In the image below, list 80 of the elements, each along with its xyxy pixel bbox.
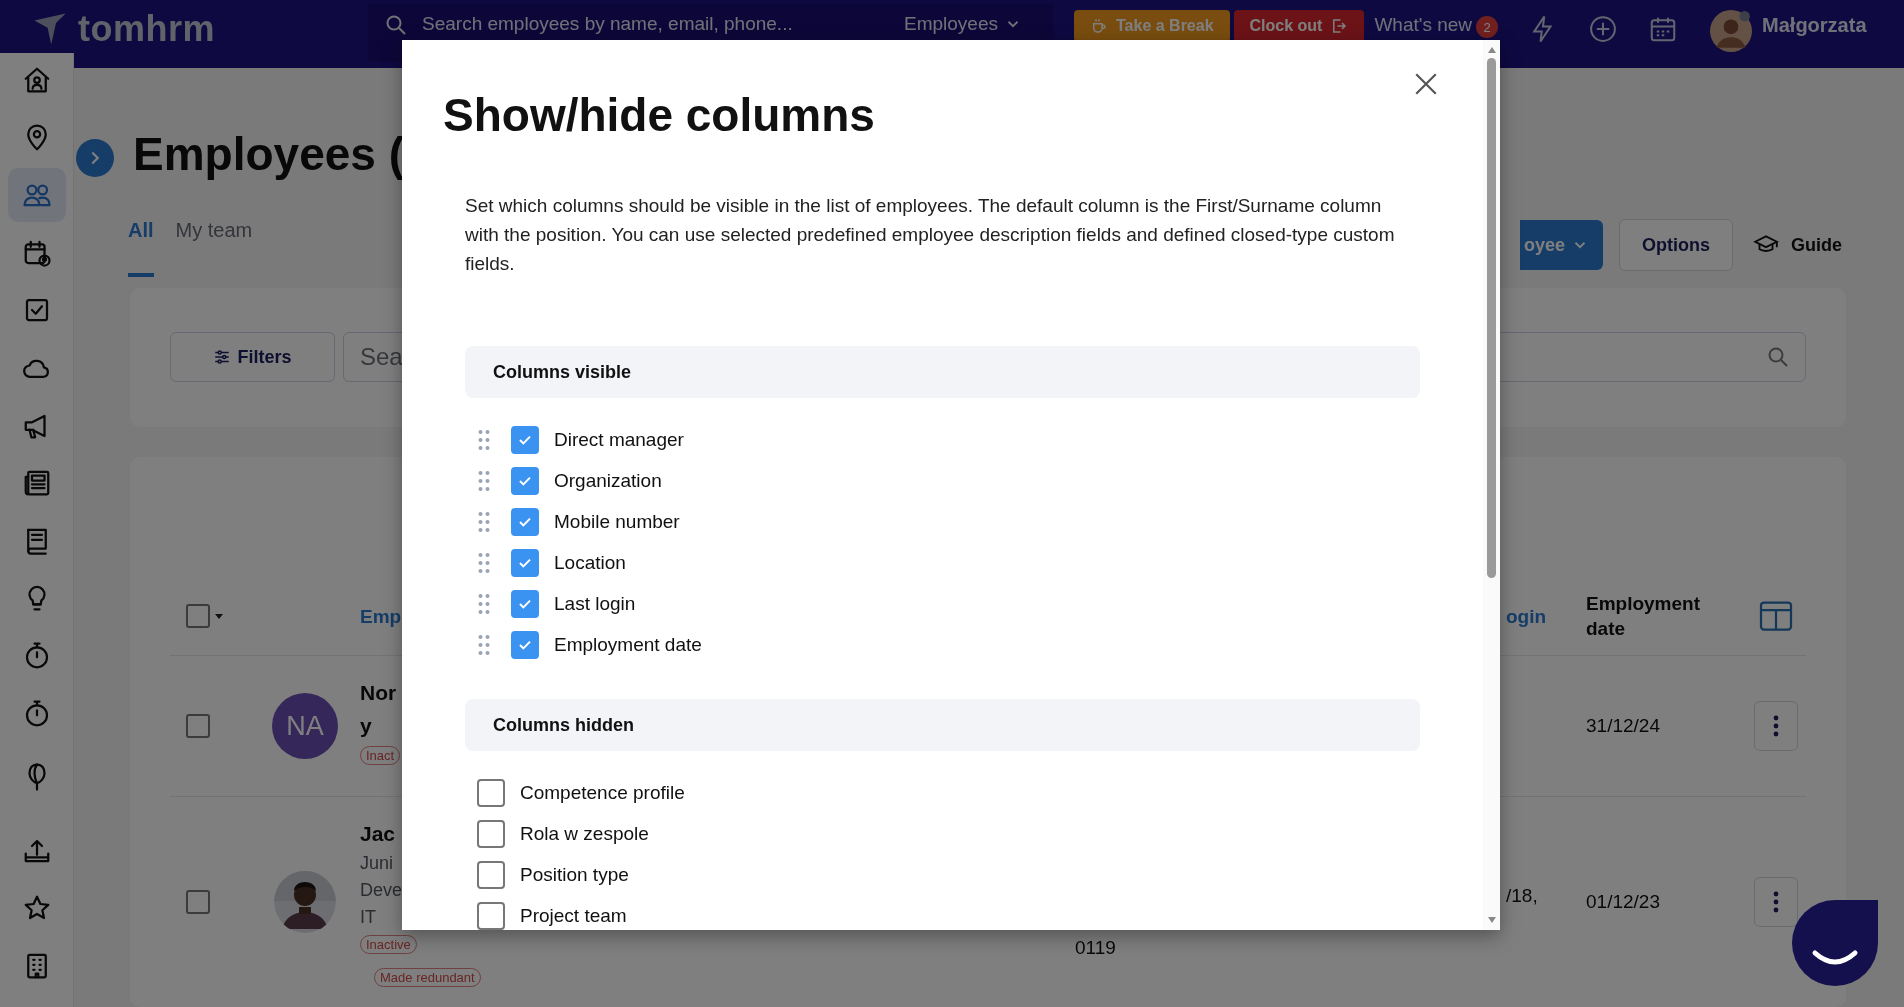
section-header: Columns hidden xyxy=(465,699,1420,751)
row-menu-button[interactable] xyxy=(1754,877,1798,927)
drag-handle-icon[interactable] xyxy=(478,592,490,615)
more-icon xyxy=(1773,714,1779,738)
close-icon[interactable] xyxy=(1413,71,1439,97)
sidebar-item[interactable] xyxy=(7,168,66,223)
search-placeholder: Search employees by name, email, phone... xyxy=(422,12,794,36)
chat-button[interactable] xyxy=(1790,898,1880,988)
column-checkbox[interactable] xyxy=(477,901,505,930)
row-checkbox[interactable] xyxy=(186,890,210,914)
tab[interactable]: My team xyxy=(175,215,253,278)
column-checkbox[interactable] xyxy=(511,507,539,536)
dialog-title: Show/hide columns xyxy=(443,88,875,143)
column-label: Employment date xyxy=(554,633,702,656)
row-menu-button[interactable] xyxy=(1754,701,1798,751)
column-header[interactable]: ogin xyxy=(1506,603,1586,629)
column-checkbox[interactable] xyxy=(477,778,505,807)
column-label: Location xyxy=(554,551,626,574)
table-cell-text: 31/12/24 xyxy=(1586,714,1660,738)
scrollbar[interactable] xyxy=(1483,40,1500,930)
notification-badge: 2 xyxy=(1476,16,1499,38)
column-label: Last login xyxy=(554,592,636,615)
column-checkbox[interactable] xyxy=(511,630,539,659)
row-checkbox[interactable] xyxy=(186,714,210,738)
exit-icon xyxy=(1330,17,1349,35)
column-checkbox[interactable] xyxy=(511,589,539,618)
employee-name[interactable]: Jac xyxy=(360,817,396,850)
user-avatar[interactable] xyxy=(1710,10,1753,52)
column-label: Organization xyxy=(554,469,662,492)
column-checkbox[interactable] xyxy=(477,819,505,848)
employee-name[interactable]: y xyxy=(360,709,372,742)
scope-dropdown[interactable]: Employees xyxy=(904,11,1022,37)
table-cell-text: 01/12/23 xyxy=(1586,890,1660,914)
column-label: Project team xyxy=(520,904,627,927)
employee-detail: Deve xyxy=(360,879,403,902)
column-label: Competence profile xyxy=(520,781,685,804)
employee-detail: Juni xyxy=(360,852,394,875)
column-label: Direct manager xyxy=(554,428,684,451)
search-icon xyxy=(384,13,408,37)
employee-detail: IT xyxy=(360,906,376,929)
drag-handle-icon[interactable] xyxy=(478,551,490,574)
add-employee-button[interactable]: oyee xyxy=(1519,220,1603,271)
scroll-up-icon[interactable] xyxy=(1486,46,1497,54)
column-label: Mobile number xyxy=(554,510,680,533)
expand-button[interactable] xyxy=(76,138,114,177)
column-header[interactable]: Emp xyxy=(360,603,402,629)
drag-handle-icon[interactable] xyxy=(478,469,490,492)
initials-avatar: NA xyxy=(272,693,338,759)
column-checkbox[interactable] xyxy=(477,860,505,889)
user-name[interactable]: Małgorzata xyxy=(1762,12,1867,38)
guide-button[interactable]: Guide xyxy=(1749,232,1846,259)
table-cell-text: /18, xyxy=(1506,884,1539,908)
column-label: Position type xyxy=(520,863,629,886)
column-header: Employment date xyxy=(1586,592,1702,641)
column-checkbox[interactable] xyxy=(511,425,539,454)
drag-handle-icon[interactable] xyxy=(478,633,490,656)
cup-icon xyxy=(1090,17,1108,35)
drag-handle-icon[interactable] xyxy=(478,428,490,451)
columns-icon[interactable] xyxy=(1758,598,1794,634)
select-all-checkbox[interactable] xyxy=(186,604,210,628)
dialog-description: Set which columns should be visible in the list of employees. The default column is the First/Surname column with the position. You can use selected predefined employee description fields and defined closed-type custom fields. xyxy=(465,194,1395,276)
sliders-icon xyxy=(213,348,232,367)
column-label: Rola w zespole xyxy=(520,822,649,845)
logo[interactable]: tomhrm xyxy=(78,8,215,50)
page-title: Employees ( xyxy=(133,126,404,181)
caret-icon[interactable] xyxy=(214,611,224,621)
whats-new-link[interactable]: What's new xyxy=(1374,12,1473,38)
table-cell-text: 0119 xyxy=(1075,936,1117,960)
more-icon xyxy=(1773,890,1779,914)
column-checkbox[interactable] xyxy=(511,466,539,495)
plus-icon[interactable] xyxy=(1588,14,1619,44)
drag-handle-icon[interactable] xyxy=(478,510,490,533)
filters-button[interactable]: Filters xyxy=(170,332,335,383)
clock-out-button[interactable]: Clock out xyxy=(1233,10,1365,42)
column-checkbox[interactable] xyxy=(511,548,539,577)
scroll-down-icon[interactable] xyxy=(1486,916,1497,924)
options-button[interactable]: Options xyxy=(1619,219,1733,272)
section-header: Columns visible xyxy=(465,346,1420,398)
tab[interactable]: All xyxy=(128,215,154,278)
employee-name[interactable]: Nor xyxy=(360,676,397,709)
